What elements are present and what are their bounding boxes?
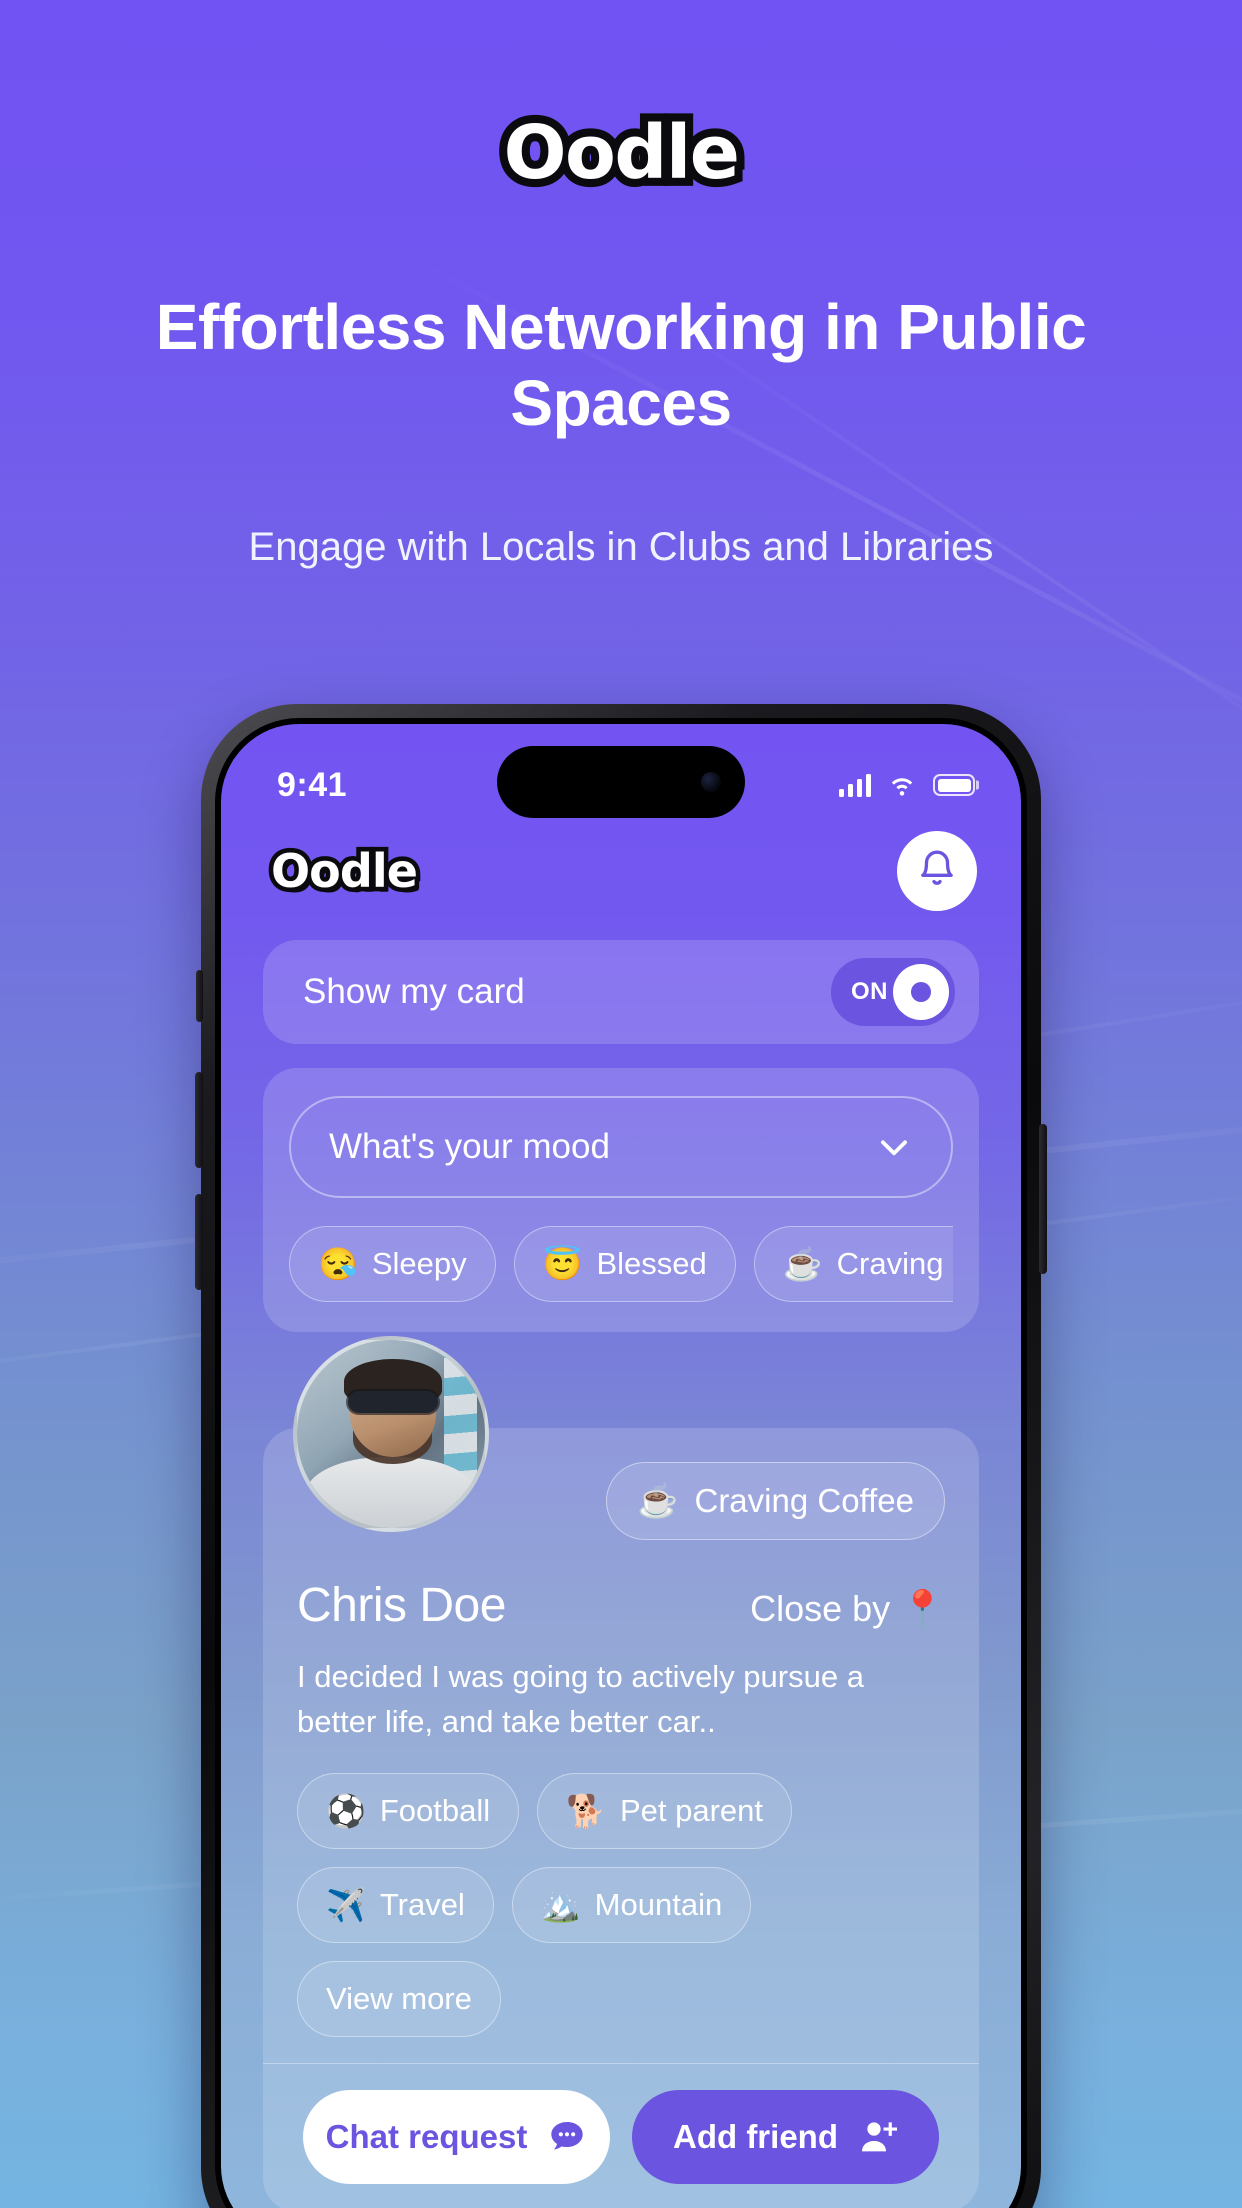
show-my-card-row[interactable]: Show my card ON	[263, 940, 979, 1044]
mood-chip-label: Sleepy	[371, 1246, 467, 1281]
profile-card-actions: Chat request Add friend	[297, 2064, 945, 2188]
profile-tag-pet-parent[interactable]: 🐕 Pet parent	[537, 1772, 793, 1849]
profile-tag-football[interactable]: ⚽ Football	[297, 1772, 520, 1849]
chevron-down-icon	[875, 1128, 913, 1166]
profile-name-row: Chris Doe Close by 📍	[297, 1578, 945, 1633]
profile-tag-label: View more	[326, 1980, 472, 2016]
mood-chip-label: Blessed	[596, 1246, 707, 1281]
bell-icon	[916, 848, 958, 895]
hero-headline: Effortless Networking in Public Spaces	[155, 291, 1087, 439]
profile-tag-label: Travel	[379, 1886, 465, 1922]
phone-screen: 9:41 Oodle Show my card ON What's your m…	[221, 724, 1021, 2208]
person-add-icon	[858, 2117, 898, 2157]
status-bar: 9:41	[221, 724, 1021, 818]
sunglasses-icon	[347, 1390, 438, 1414]
front-camera-icon	[701, 772, 721, 792]
profile-bio: I decided I was going to actively pursue…	[297, 1659, 864, 1739]
phone-volume-up-button	[195, 1072, 203, 1168]
app-store-promo-screenshot: Oodle Effortless Networking in Public Sp…	[0, 0, 1242, 2208]
show-my-card-toggle[interactable]: ON	[831, 958, 955, 1026]
mood-select-placeholder: What's your mood	[329, 1127, 610, 1166]
add-friend-button[interactable]: Add friend	[632, 2090, 939, 2185]
profile-distance: Close by 📍	[750, 1588, 945, 1630]
hero-subtitle: Engage with Locals in Clubs and Librarie…	[248, 525, 994, 569]
phone-silent-switch	[196, 970, 203, 1022]
phone-mockup: 9:41 Oodle Show my card ON What's your m…	[195, 704, 1047, 2208]
chat-request-button[interactable]: Chat request	[303, 2090, 610, 2185]
app-header: Oodle	[221, 816, 1021, 920]
airplane-emoji-icon: ✈️	[326, 1886, 366, 1923]
profile-mood-badge: ☕ Craving Coffee	[606, 1462, 945, 1540]
mood-chip-craving-coffee[interactable]: ☕ Craving Coffee	[753, 1226, 953, 1302]
chat-bubble-icon	[547, 2117, 587, 2157]
profile-tag-label: Mountain	[594, 1886, 723, 1922]
phone-volume-down-button	[195, 1194, 203, 1290]
mood-select[interactable]: What's your mood	[289, 1096, 953, 1198]
hero-brand-logo: Oodle	[0, 102, 1242, 204]
mountain-emoji-icon: 🏔️	[540, 1886, 581, 1923]
show-my-card-label: Show my card	[303, 972, 525, 1011]
avatar-torso	[304, 1456, 478, 1528]
profile-tag-label: Pet parent	[619, 1792, 764, 1828]
chat-request-label: Chat request	[325, 2118, 528, 2156]
mood-chip-sleepy[interactable]: 😪 Sleepy	[289, 1226, 496, 1302]
profile-tag-view-more[interactable]: View more	[297, 1960, 501, 2037]
location-pin-icon: 📍	[900, 1588, 945, 1629]
wifi-icon	[887, 768, 917, 803]
notification-bell-button[interactable]	[897, 831, 977, 911]
profile-card: ☕ Craving Coffee Chris Doe Close by 📍 I	[263, 1336, 979, 2208]
phone-bezel: 9:41 Oodle Show my card ON What's your m…	[215, 718, 1027, 2208]
mood-chip-blessed[interactable]: 😇 Blessed	[513, 1226, 736, 1302]
phone-power-button	[1039, 1124, 1047, 1274]
dynamic-island	[497, 746, 745, 818]
mood-panel: What's your mood 😪 Sleepy 😇 Blessed ☕ Cr…	[263, 1068, 979, 1332]
cellular-bars-icon	[838, 773, 871, 797]
status-bar-icons	[838, 768, 975, 803]
profile-distance-label: Close by	[750, 1588, 891, 1629]
profile-tags: ⚽ Football 🐕 Pet parent ✈️ Travel 🏔️ Mou…	[297, 1772, 945, 2037]
avatar	[293, 1336, 489, 1532]
screen-content: Show my card ON What's your mood 😪 Sleep…	[221, 920, 1021, 2208]
toggle-state-label: ON	[851, 978, 888, 1005]
profile-tag-label: Football	[379, 1792, 491, 1828]
status-bar-time: 9:41	[277, 765, 348, 804]
toggle-knob	[893, 964, 949, 1020]
dog-emoji-icon: 🐕	[566, 1792, 606, 1829]
battery-full-icon	[933, 774, 975, 796]
app-logo-text: Oodle	[266, 839, 422, 902]
profile-tag-mountain[interactable]: 🏔️ Mountain	[511, 1866, 752, 1943]
sleepy-emoji-icon: 😪	[318, 1246, 358, 1282]
add-friend-label: Add friend	[673, 2118, 838, 2156]
blessed-emoji-icon: 😇	[542, 1246, 583, 1282]
mood-options-row: 😪 Sleepy 😇 Blessed ☕ Craving Coffee	[289, 1226, 953, 1302]
hero-logo-text: Oodle	[495, 102, 748, 204]
profile-mood-badge-label: Craving Coffee	[694, 1482, 914, 1519]
coffee-emoji-icon: ☕	[637, 1481, 679, 1519]
coffee-emoji-icon: ☕	[782, 1246, 823, 1282]
profile-tag-travel[interactable]: ✈️ Travel	[297, 1866, 494, 1943]
football-emoji-icon: ⚽	[326, 1792, 366, 1829]
mood-chip-label: Craving Coffee	[836, 1246, 953, 1281]
profile-name: Chris Doe	[297, 1579, 506, 1632]
